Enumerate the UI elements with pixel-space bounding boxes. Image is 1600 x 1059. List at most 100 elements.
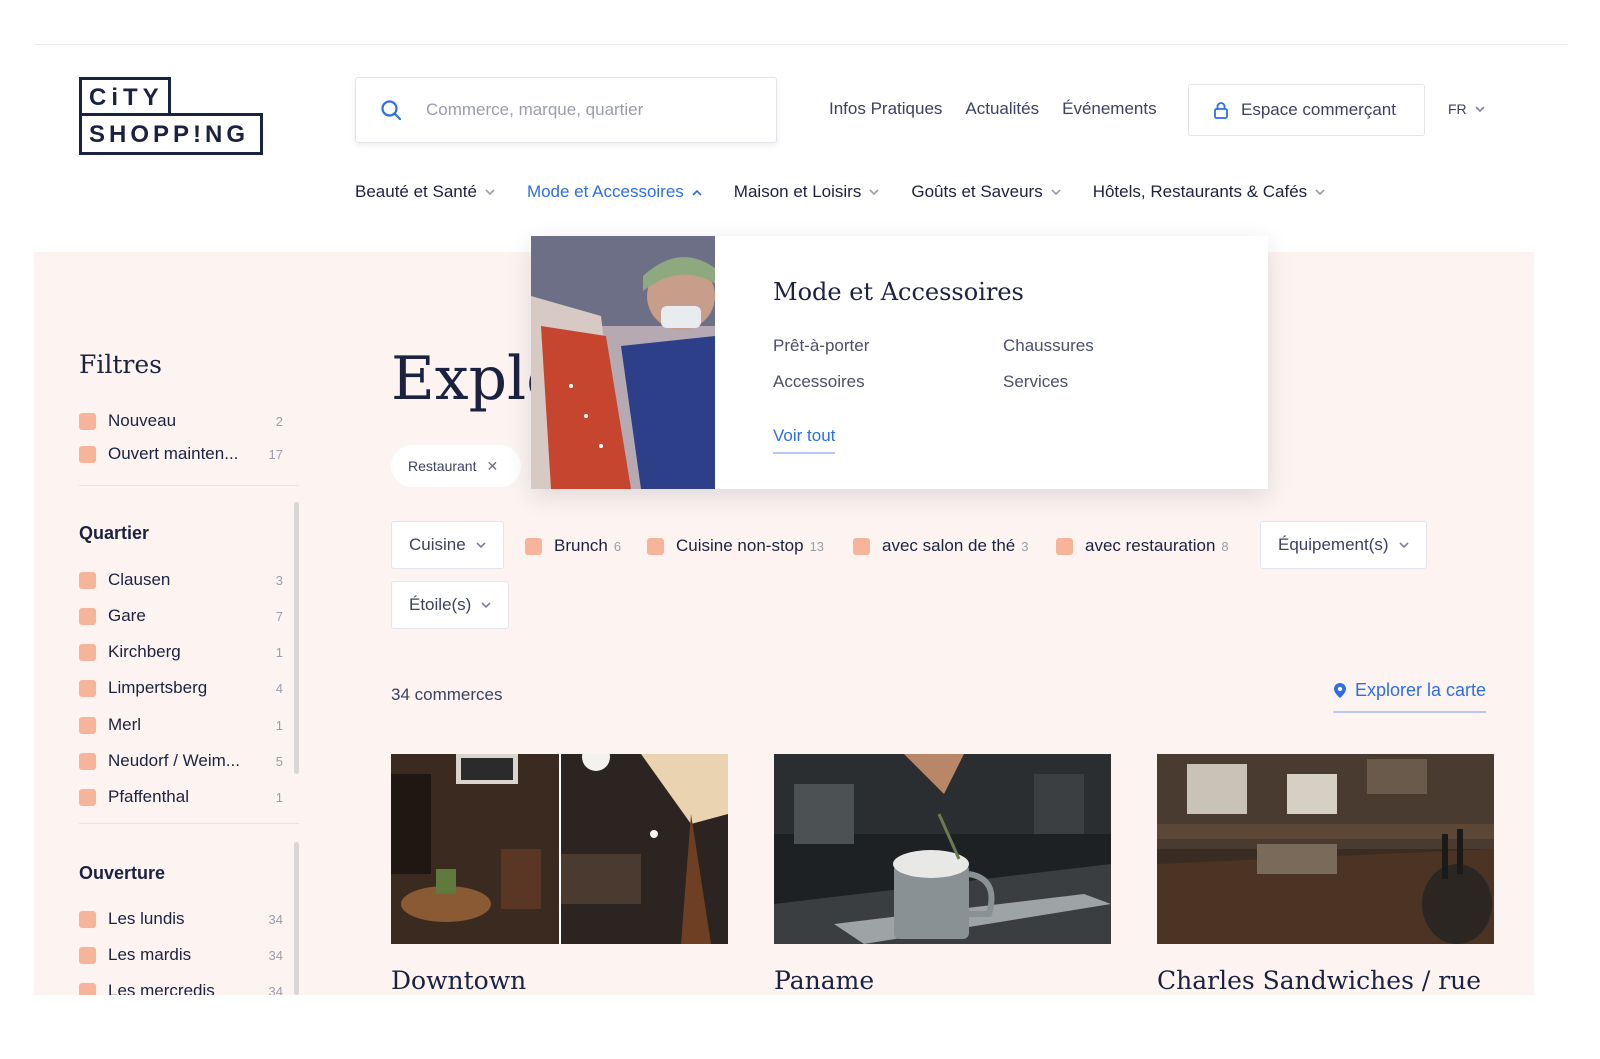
filter-nouveau[interactable]: Nouveau 2 xyxy=(79,411,283,431)
close-icon[interactable]: ✕ xyxy=(486,458,498,475)
equipements-label: Équipement(s) xyxy=(1278,535,1389,554)
checkbox[interactable] xyxy=(79,910,96,928)
filter-les-mercredis[interactable]: Les mercredis 34 xyxy=(79,981,283,995)
mode-accessoires-dropdown: Mode et Accessoires Prêt-à-porter Chauss… xyxy=(531,236,1268,489)
chevron-down-icon xyxy=(476,541,486,548)
category-hotels-restaurants-cafes[interactable]: Hôtels, Restaurants & Cafés xyxy=(1093,182,1325,202)
checkbox[interactable] xyxy=(79,445,96,463)
checkbox[interactable] xyxy=(79,946,96,964)
dropdown-link-accessoires[interactable]: Accessoires xyxy=(773,372,865,392)
map-pin-icon xyxy=(1334,683,1346,698)
shop-image xyxy=(774,754,1111,944)
chevron-down-icon xyxy=(1398,541,1409,548)
shop-name[interactable]: Downtown xyxy=(391,966,526,995)
shop-name[interactable]: Paname xyxy=(774,966,874,995)
shop-name[interactable]: Charles Sandwiches / rue xyxy=(1157,966,1481,995)
filter-les-mardis[interactable]: Les mardis 34 xyxy=(79,945,283,965)
filter-label: Les lundis xyxy=(108,909,185,928)
check-avec-restauration[interactable]: avec restauration 8 xyxy=(1056,536,1229,556)
checkbox[interactable] xyxy=(79,643,96,661)
shop-card-paname[interactable]: Paname xyxy=(774,754,1111,995)
dropdown-link-services[interactable]: Services xyxy=(1003,372,1068,392)
dropdown-photo xyxy=(531,236,715,489)
cuisine-select[interactable]: Cuisine xyxy=(391,521,504,569)
checkbox[interactable] xyxy=(853,537,870,555)
category-mode-accessoires[interactable]: Mode et Accessoires xyxy=(527,182,702,202)
filter-label: Pfaffenthal xyxy=(108,787,189,806)
active-filter-tag[interactable]: Restaurant ✕ xyxy=(391,445,521,487)
shop-card-downtown[interactable]: Downtown xyxy=(391,754,728,995)
dropdown-link-pret-a-porter[interactable]: Prêt-à-porter xyxy=(773,336,869,356)
filter-clip: Les mercredis 34 xyxy=(79,981,283,995)
category-beaute-sante[interactable]: Beauté et Santé xyxy=(355,182,495,202)
checkbox[interactable] xyxy=(647,537,664,555)
category-maison-loisirs[interactable]: Maison et Loisirs xyxy=(734,182,880,202)
search-icon xyxy=(381,100,402,121)
filter-label: Neudorf / Weim... xyxy=(108,751,240,770)
chevron-down-icon xyxy=(485,188,495,195)
filter-label: Les mercredis xyxy=(108,981,215,995)
nav-evenements[interactable]: Événements xyxy=(1062,99,1157,119)
nav-actualites[interactable]: Actualités xyxy=(965,99,1039,119)
explore-map-link[interactable]: Explorer la carte xyxy=(1333,680,1487,713)
check-cuisine-non-stop[interactable]: Cuisine non-stop 13 xyxy=(647,536,824,556)
category-label: Mode et Accessoires xyxy=(526,182,684,201)
quartier-scrollbar[interactable] xyxy=(294,502,299,774)
search-input[interactable] xyxy=(426,100,766,120)
espace-commercant-button[interactable]: Espace commerçant xyxy=(1188,84,1425,136)
nav-infos-pratiques[interactable]: Infos Pratiques xyxy=(829,99,942,119)
filter-count: 1 xyxy=(275,644,283,660)
city-shopping-logo[interactable]: CiTY SHOPP!NG xyxy=(79,77,263,155)
category-label: Goûts et Saveurs xyxy=(911,182,1043,201)
check-count: 3 xyxy=(1021,538,1029,554)
check-count: 13 xyxy=(809,538,825,554)
filter-ouvert-maintenant[interactable]: Ouvert mainten... 17 xyxy=(79,444,283,464)
checkbox[interactable] xyxy=(79,982,96,995)
category-label: Maison et Loisirs xyxy=(733,182,862,201)
check-count: 6 xyxy=(613,538,622,554)
search-box[interactable] xyxy=(355,77,777,143)
cuisine-label: Cuisine xyxy=(409,535,466,554)
chevron-down-icon xyxy=(1051,188,1061,195)
dropdown-link-chaussures[interactable]: Chaussures xyxy=(1003,336,1094,356)
filter-label: Ouvert mainten... xyxy=(108,444,239,463)
checkbox[interactable] xyxy=(79,716,96,734)
check-brunch[interactable]: Brunch 6 xyxy=(525,536,621,556)
filter-limpertsberg[interactable]: Limpertsberg 4 xyxy=(79,678,283,698)
filter-gare[interactable]: Gare 7 xyxy=(79,606,283,626)
checkbox[interactable] xyxy=(79,607,96,625)
checkbox[interactable] xyxy=(79,752,96,770)
etoiles-select[interactable]: Étoile(s) xyxy=(391,581,510,629)
check-label: avec restauration xyxy=(1085,536,1216,555)
dropdown-see-all-link[interactable]: Voir tout xyxy=(773,426,836,454)
filter-neudorf-weimershof[interactable]: Neudorf / Weim... 5 xyxy=(79,751,283,771)
check-salon-de-the[interactable]: avec salon de thé 3 xyxy=(853,536,1029,556)
filter-label: Clausen xyxy=(108,570,171,589)
lock-icon xyxy=(1214,102,1228,119)
filter-label: Nouveau xyxy=(108,411,177,430)
checkbox[interactable] xyxy=(79,679,96,697)
filter-clausen[interactable]: Clausen 3 xyxy=(79,570,283,590)
filter-count: 2 xyxy=(275,413,283,429)
checkbox[interactable] xyxy=(79,788,96,806)
filter-les-lundis[interactable]: Les lundis 34 xyxy=(79,909,283,929)
filter-kirchberg[interactable]: Kirchberg 1 xyxy=(79,642,283,662)
checkbox[interactable] xyxy=(525,537,542,555)
filter-label: Kirchberg xyxy=(108,642,181,661)
language-selector[interactable]: FR xyxy=(1448,101,1485,117)
category-gouts-saveurs[interactable]: Goûts et Saveurs xyxy=(911,182,1061,202)
checkbox[interactable] xyxy=(79,571,96,589)
filter-count: 7 xyxy=(275,608,283,624)
chevron-down-icon xyxy=(481,601,491,608)
top-nav: Infos Pratiques Actualités Événements xyxy=(829,99,1157,119)
checkbox[interactable] xyxy=(79,412,96,430)
filter-pfaffenthal[interactable]: Pfaffenthal 1 xyxy=(79,787,283,807)
results-count: 34 commerces xyxy=(391,685,503,704)
ouverture-scrollbar[interactable] xyxy=(294,842,299,995)
filter-merl[interactable]: Merl 1 xyxy=(79,715,283,735)
check-label: avec salon de thé xyxy=(882,536,1016,555)
category-nav: Beauté et Santé Mode et Accessoires Mais… xyxy=(355,182,1357,202)
equipements-select[interactable]: Équipement(s) xyxy=(1260,521,1427,569)
checkbox[interactable] xyxy=(1056,537,1073,555)
shop-card-charles-sandwiches[interactable]: Charles Sandwiches / rue xyxy=(1157,754,1494,995)
